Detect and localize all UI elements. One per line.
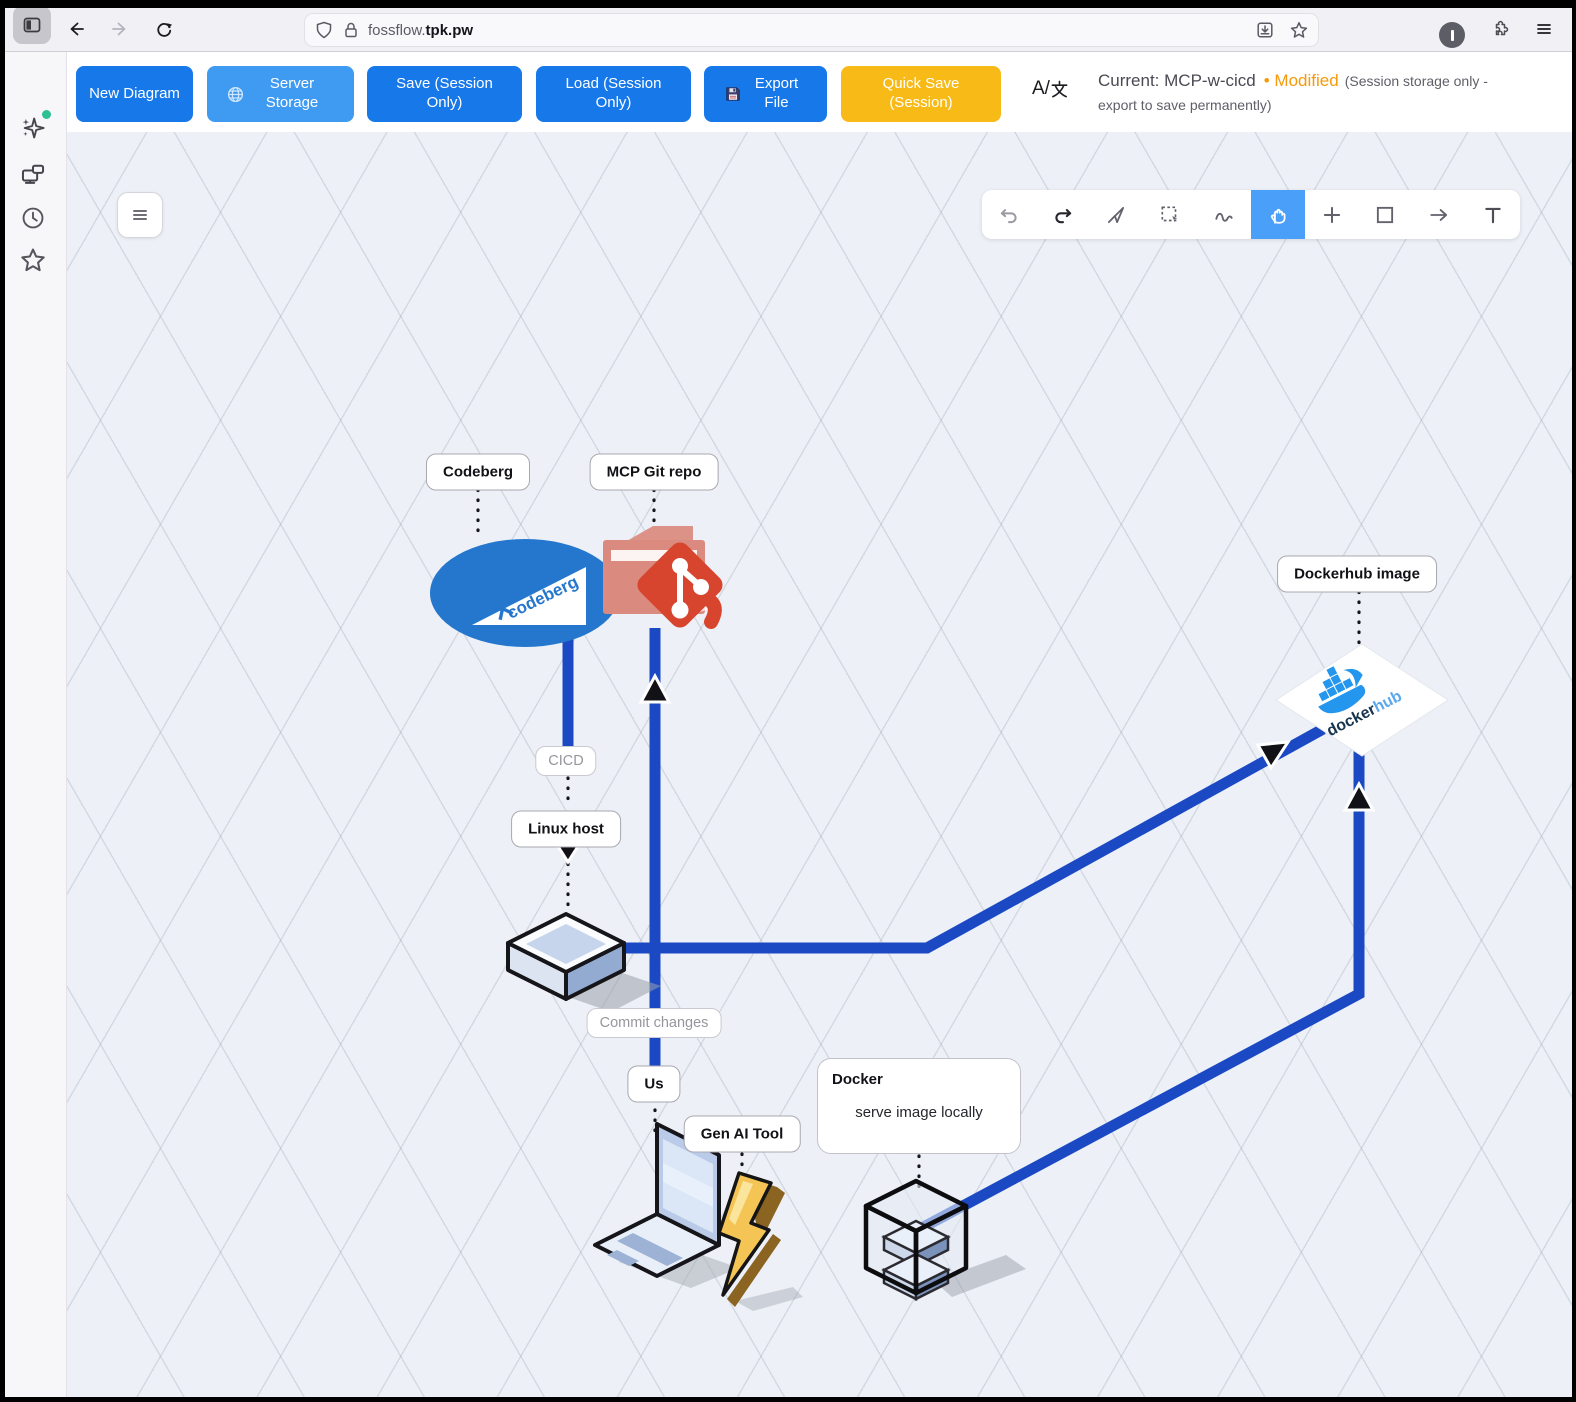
connector-docker-to-dockerhub: [918, 732, 1359, 1230]
node-linux-host[interactable]: [496, 902, 681, 1022]
extension-badge-icon[interactable]: [1439, 22, 1465, 48]
tool-marquee-select-button[interactable]: [1143, 190, 1197, 239]
browser-window: fossflow.tpk.pw: [0, 0, 1576, 1402]
connector-host-to-dockerhub: [618, 729, 1323, 948]
save-session-button[interactable]: Save (Session Only): [367, 66, 522, 122]
url-domain: tpk.pw: [426, 22, 474, 39]
shield-icon[interactable]: [315, 21, 333, 39]
window-frame-top: [0, 0, 1576, 8]
extension-badge-bar: [1451, 30, 1454, 41]
synced-tabs-icon[interactable]: [17, 158, 49, 190]
tool-select-button[interactable]: [1090, 190, 1144, 239]
new-diagram-button[interactable]: New Diagram: [76, 66, 193, 122]
docker-description: serve image locally: [832, 1104, 1006, 1121]
bookmark-star-icon[interactable]: [1290, 21, 1308, 39]
label-commit-changes[interactable]: Commit changes: [587, 1008, 722, 1038]
back-button[interactable]: [60, 13, 92, 45]
cube-icon: [844, 1165, 1034, 1315]
arrowhead-up-right: [1345, 784, 1373, 810]
app-toolbar: New Diagram Server Storage Save (Session…: [66, 52, 1576, 132]
lightning-bolt-icon: [701, 1167, 811, 1317]
reload-icon: [155, 20, 173, 38]
lock-icon[interactable]: [342, 21, 360, 39]
modified-badge: • Modified: [1264, 71, 1339, 90]
quick-save-button[interactable]: Quick Save (Session): [841, 66, 1001, 122]
url-prefix: fossflow.: [368, 22, 426, 39]
notification-dot: [42, 110, 51, 119]
sidebar-toggle-icon: [23, 16, 41, 34]
load-session-button[interactable]: Load (Session Only): [536, 66, 691, 122]
label-linux-host[interactable]: Linux host: [511, 811, 621, 848]
globe-icon: [227, 86, 244, 103]
node-docker-cube[interactable]: [844, 1165, 1034, 1315]
new-diagram-label: New Diagram: [89, 85, 180, 104]
language-toggle[interactable]: A/: [1032, 78, 1069, 100]
node-dockerhub[interactable]: dockerhub: [1262, 630, 1462, 770]
history-clock-icon[interactable]: [17, 202, 49, 234]
git-folder-icon: [595, 518, 725, 636]
sidebar-toggle-button[interactable]: [13, 6, 51, 44]
quick-save-label: Quick Save (Session): [866, 75, 976, 113]
canvas-menu-button[interactable]: [117, 192, 163, 238]
diagram-status: Current: MCP-w-cicd• Modified(Session st…: [1098, 69, 1530, 117]
download-icon[interactable]: [1256, 21, 1274, 39]
browser-sidebar: [0, 52, 67, 1402]
app-menu-button[interactable]: [1528, 13, 1560, 45]
tool-redo-button[interactable]: [1036, 190, 1090, 239]
arrowhead-up-mid: [641, 676, 669, 702]
cjk-wen-glyph: [1050, 80, 1069, 99]
puzzle-icon: [1491, 20, 1509, 38]
dockerhub-card: dockerhub: [1262, 630, 1462, 770]
label-us[interactable]: Us: [627, 1066, 680, 1103]
window-frame-left: [0, 0, 5, 1402]
hamburger-icon: [1535, 20, 1553, 38]
save-session-label: Save (Session Only): [390, 75, 500, 113]
export-file-label: Export File: [747, 75, 807, 113]
tool-connector-button[interactable]: [1412, 190, 1466, 239]
diagram-canvas[interactable]: codeberg: [66, 132, 1576, 1402]
docker-title: Docker: [832, 1071, 1006, 1088]
label-dockerhub-image[interactable]: Dockerhub image: [1277, 556, 1437, 593]
label-gen-ai-tool[interactable]: Gen AI Tool: [684, 1116, 801, 1153]
label-mcp-git-repo[interactable]: MCP Git repo: [590, 454, 719, 491]
forward-icon: [111, 20, 129, 38]
window-frame-right: [1572, 0, 1576, 1402]
flat-box-icon: [496, 902, 681, 1022]
server-storage-button[interactable]: Server Storage: [207, 66, 354, 122]
current-diagram-name: Current: MCP-w-cicd: [1098, 71, 1256, 90]
node-gen-ai-bolt[interactable]: [701, 1167, 811, 1317]
label-docker[interactable]: Docker serve image locally: [817, 1058, 1021, 1154]
codeberg-logo: codeberg: [430, 539, 620, 647]
forward-button[interactable]: [104, 13, 136, 45]
tool-text-button[interactable]: [1466, 190, 1520, 239]
window-frame-bottom: [0, 1397, 1576, 1402]
node-mcp-git-repo[interactable]: [595, 518, 725, 636]
url-text[interactable]: fossflow.tpk.pw: [368, 22, 473, 39]
url-bar[interactable]: fossflow.tpk.pw: [305, 14, 1318, 46]
server-storage-label: Server Storage: [250, 75, 334, 113]
tool-undo-button[interactable]: [982, 190, 1036, 239]
language-toggle-latin: A/: [1032, 78, 1050, 100]
load-session-label: Load (Session Only): [559, 75, 669, 113]
tool-freehand-draw-button[interactable]: [1197, 190, 1251, 239]
extensions-button[interactable]: [1484, 13, 1516, 45]
canvas-tool-palette: [982, 190, 1520, 239]
node-codeberg[interactable]: codeberg: [430, 539, 620, 647]
label-codeberg[interactable]: Codeberg: [426, 454, 530, 491]
menu-icon: [130, 205, 150, 225]
tool-add-item-button[interactable]: [1305, 190, 1359, 239]
tool-rectangle-button[interactable]: [1359, 190, 1413, 239]
reload-button[interactable]: [148, 13, 180, 45]
bookmarks-star-icon[interactable]: [17, 244, 49, 276]
export-file-button[interactable]: Export File: [704, 66, 827, 122]
label-cicd[interactable]: CICD: [535, 746, 596, 776]
tool-pan-hand-button[interactable]: [1251, 190, 1305, 239]
floppy-disk-icon: [725, 86, 741, 102]
browser-toolbar: fossflow.tpk.pw: [0, 8, 1576, 52]
back-icon: [67, 20, 85, 38]
